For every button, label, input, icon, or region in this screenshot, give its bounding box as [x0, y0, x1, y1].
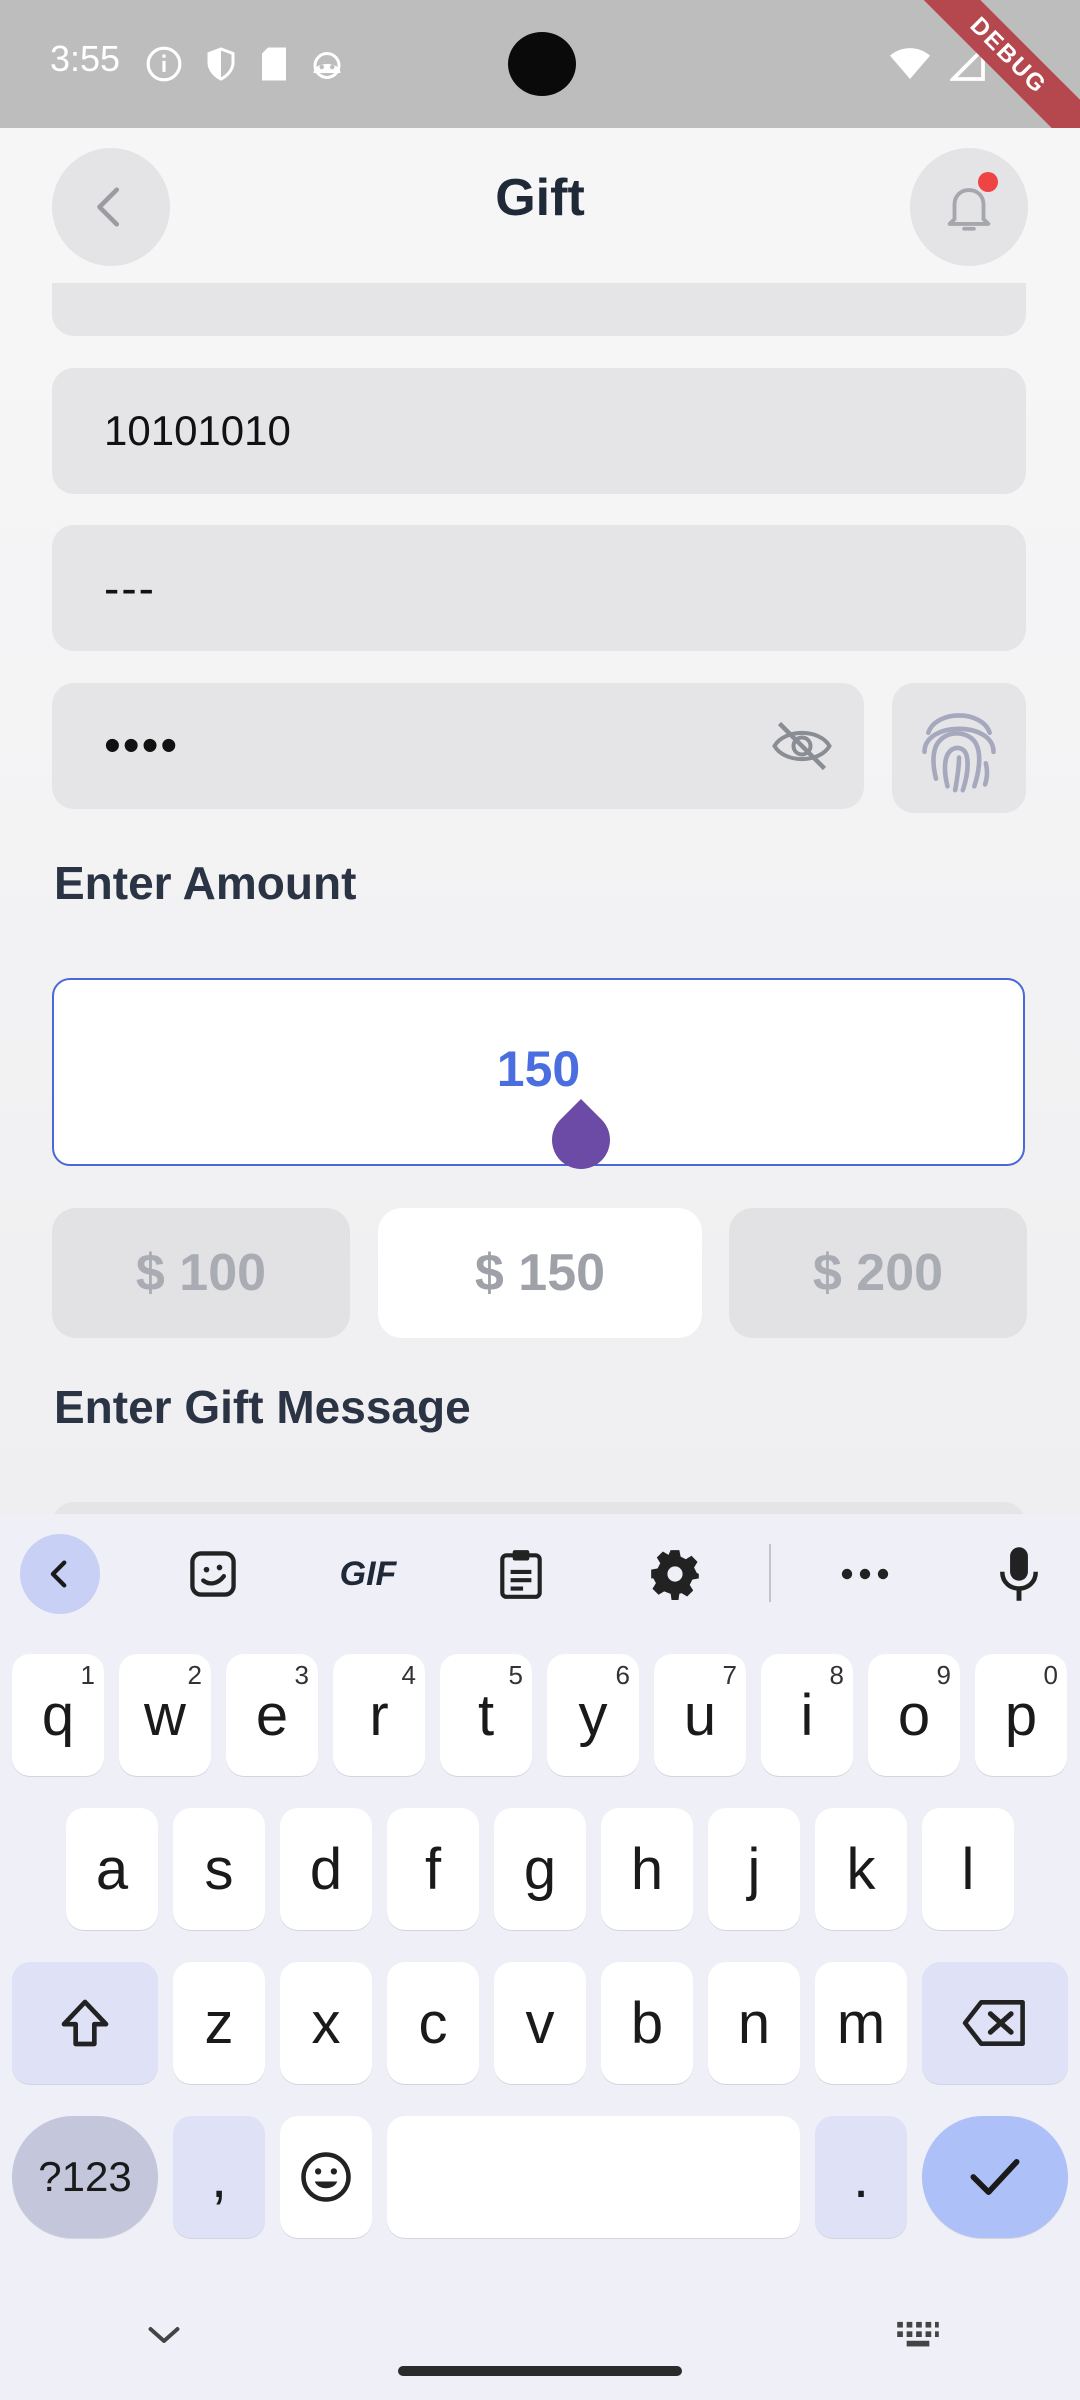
- sd-card-icon: [262, 47, 286, 81]
- microphone-icon: [1000, 1547, 1038, 1601]
- emoji-icon: [301, 2152, 351, 2202]
- eye-off-icon[interactable]: [772, 721, 832, 771]
- notification-dot: [978, 172, 998, 192]
- gesture-nav-handle[interactable]: [398, 2366, 682, 2376]
- pin-field[interactable]: ••••: [52, 683, 864, 809]
- wifi-icon: [890, 48, 930, 79]
- account-number-field[interactable]: 10101010: [52, 368, 1026, 494]
- amount-input[interactable]: 150: [52, 978, 1025, 1166]
- key-x[interactable]: x: [280, 1962, 372, 2084]
- key-s[interactable]: s: [173, 1808, 265, 1930]
- keyboard-back-button[interactable]: [18, 1514, 102, 1634]
- app-bar: Gift: [0, 128, 1080, 283]
- emoji-key[interactable]: [280, 2116, 372, 2238]
- gift-screen: · · · · · Gift 10101010 --- ••••: [0, 128, 1080, 1514]
- key-n[interactable]: n: [708, 1962, 800, 2084]
- enter-gift-message-label: Enter Gift Message: [54, 1381, 471, 1433]
- code-field-value: ---: [104, 562, 156, 614]
- gift-message-field[interactable]: [52, 1502, 1026, 1514]
- preset-100-button[interactable]: $ 100: [52, 1208, 350, 1338]
- backspace-key[interactable]: [922, 1962, 1068, 2084]
- backspace-icon: [962, 2000, 1025, 2046]
- key-d[interactable]: d: [280, 1808, 372, 1930]
- preset-150-button[interactable]: $ 150: [378, 1208, 702, 1338]
- more-button[interactable]: [822, 1514, 908, 1634]
- gear-icon: [651, 1550, 699, 1600]
- comma-key[interactable]: ,: [173, 2116, 265, 2238]
- key-c[interactable]: c: [387, 1962, 479, 2084]
- status-bar: 3:55: [0, 0, 1080, 128]
- camera-cutout: [508, 32, 576, 96]
- amount-value: 150: [496, 1041, 581, 1097]
- fingerprint-button[interactable]: [892, 683, 1026, 813]
- clipboard-button[interactable]: [478, 1514, 564, 1634]
- key-o[interactable]: o9: [868, 1654, 960, 1776]
- checkmark-icon: [970, 2159, 1020, 2195]
- key-a[interactable]: a: [66, 1808, 158, 1930]
- key-b[interactable]: b: [601, 1962, 693, 2084]
- shield-icon: [207, 47, 235, 81]
- clipboard-icon: [500, 1550, 542, 1599]
- sticker-icon: [190, 1551, 236, 1597]
- done-key[interactable]: [922, 2116, 1068, 2238]
- key-q[interactable]: q1: [12, 1654, 104, 1776]
- symbols-key[interactable]: ?123: [12, 2116, 158, 2238]
- key-y[interactable]: y6: [547, 1654, 639, 1776]
- key-v[interactable]: v: [494, 1962, 586, 2084]
- preset-200-button[interactable]: $ 200: [729, 1208, 1027, 1338]
- key-h[interactable]: h: [601, 1808, 693, 1930]
- info-icon: [146, 46, 182, 82]
- fingerprint-icon: [922, 713, 996, 793]
- key-w[interactable]: w2: [119, 1654, 211, 1776]
- enter-amount-label: Enter Amount: [54, 857, 357, 909]
- hide-keyboard-icon[interactable]: [146, 2324, 182, 2346]
- toolbar-divider: [769, 1544, 771, 1602]
- key-l[interactable]: l: [922, 1808, 1014, 1930]
- pin-field-value: ••••: [104, 719, 180, 773]
- key-t[interactable]: t5: [440, 1654, 532, 1776]
- notifications-button[interactable]: [910, 148, 1028, 266]
- key-i[interactable]: i8: [761, 1654, 853, 1776]
- key-f[interactable]: f: [387, 1808, 479, 1930]
- chevron-left-icon: [50, 1560, 67, 1588]
- key-m[interactable]: m: [815, 1962, 907, 2084]
- key-k[interactable]: k: [815, 1808, 907, 1930]
- settings-button[interactable]: [632, 1514, 718, 1634]
- key-u[interactable]: u7: [654, 1654, 746, 1776]
- key-e[interactable]: e3: [226, 1654, 318, 1776]
- voice-input-button[interactable]: [976, 1514, 1062, 1634]
- keyboard: GIF q1 w2 e3 r4 t5 y6 u7 i8 o9 p0 a s d …: [0, 1514, 1080, 2400]
- shift-icon: [61, 1999, 109, 2047]
- key-g[interactable]: g: [494, 1808, 586, 1930]
- shift-key[interactable]: [12, 1962, 158, 2084]
- key-j[interactable]: j: [708, 1808, 800, 1930]
- more-horizontal-icon: [841, 1568, 889, 1580]
- code-field[interactable]: ---: [52, 525, 1026, 651]
- key-p[interactable]: p0: [975, 1654, 1067, 1776]
- space-bar[interactable]: [387, 2116, 800, 2238]
- status-left-icons: [145, 44, 345, 84]
- sticker-button[interactable]: [170, 1514, 256, 1634]
- android-icon: [313, 52, 341, 79]
- gif-button[interactable]: GIF: [318, 1514, 418, 1634]
- account-number-value: 10101010: [104, 407, 291, 454]
- key-r[interactable]: r4: [333, 1654, 425, 1776]
- status-time: 3:55: [50, 38, 121, 79]
- period-key[interactable]: .: [815, 2116, 907, 2238]
- keyboard-switch-icon[interactable]: [895, 2320, 941, 2354]
- key-z[interactable]: z: [173, 1962, 265, 2084]
